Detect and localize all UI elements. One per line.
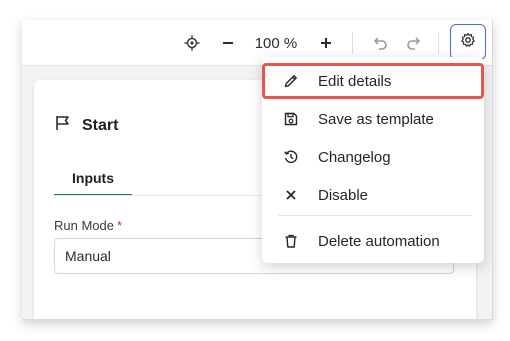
flag-icon — [54, 114, 72, 137]
run-mode-label-text: Run Mode — [54, 218, 114, 233]
panel-title: Start — [54, 114, 118, 137]
menu-item-label: Edit details — [318, 72, 392, 90]
required-marker: * — [116, 218, 123, 233]
redo-icon[interactable] — [402, 29, 426, 57]
run-mode-label: Run Mode * — [54, 218, 122, 233]
menu-item-label: Save as template — [318, 110, 434, 128]
center-target-icon[interactable] — [180, 29, 204, 57]
settings-button[interactable] — [450, 24, 486, 60]
menu-item-edit-details[interactable]: Edit details — [262, 63, 484, 99]
toolbar-divider — [438, 32, 439, 54]
history-icon — [282, 148, 300, 166]
pencil-icon — [282, 72, 300, 90]
panel-title-text: Start — [82, 116, 119, 134]
tab-inputs[interactable]: Inputs — [54, 162, 132, 196]
trash-icon — [282, 232, 300, 250]
app-window: 100 % Start Inputs Run Mode * Manual Edi… — [22, 20, 493, 320]
toolbar-divider — [352, 32, 353, 54]
menu-item-changelog[interactable]: Changelog — [262, 139, 484, 175]
menu-item-delete-automation[interactable]: Delete automation — [262, 223, 484, 259]
menu-item-disable[interactable]: Disable — [262, 177, 484, 213]
menu-item-label: Disable — [318, 186, 369, 204]
zoom-level[interactable]: 100 % — [248, 32, 304, 54]
run-mode-value: Manual — [65, 248, 111, 264]
save-icon — [282, 110, 300, 128]
menu-item-label: Changelog — [318, 148, 391, 166]
menu-divider — [278, 215, 472, 216]
close-icon — [282, 186, 300, 204]
zoom-in-icon[interactable] — [314, 29, 338, 57]
menu-item-save-as-template[interactable]: Save as template — [262, 101, 484, 137]
settings-dropdown-menu: Edit details Save as template Changelog … — [262, 57, 484, 263]
zoom-out-icon[interactable] — [216, 29, 240, 57]
menu-item-label: Delete automation — [318, 232, 440, 250]
settings-gear-icon — [460, 32, 476, 53]
undo-icon[interactable] — [368, 29, 392, 57]
